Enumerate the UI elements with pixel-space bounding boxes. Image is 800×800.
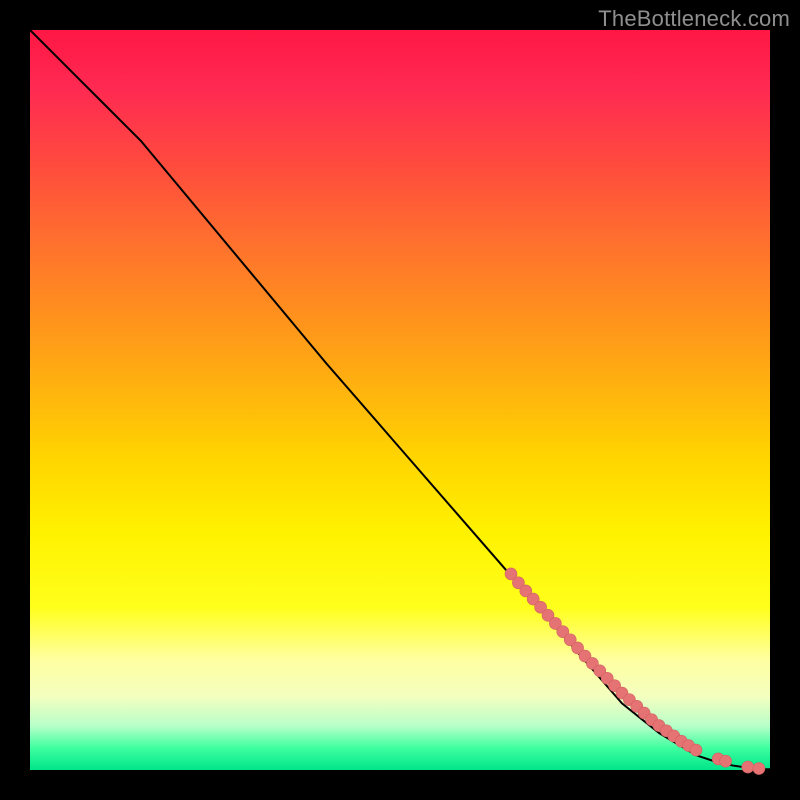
data-marker xyxy=(742,761,754,773)
watermark-text: TheBottleneck.com xyxy=(598,6,790,32)
chart-svg xyxy=(30,30,770,770)
data-marker xyxy=(690,744,702,756)
data-marker xyxy=(720,755,732,767)
chart-container: TheBottleneck.com xyxy=(0,0,800,800)
marker-group xyxy=(505,568,765,775)
curve-line xyxy=(30,30,770,769)
data-marker xyxy=(753,763,765,775)
plot-area xyxy=(30,30,770,770)
